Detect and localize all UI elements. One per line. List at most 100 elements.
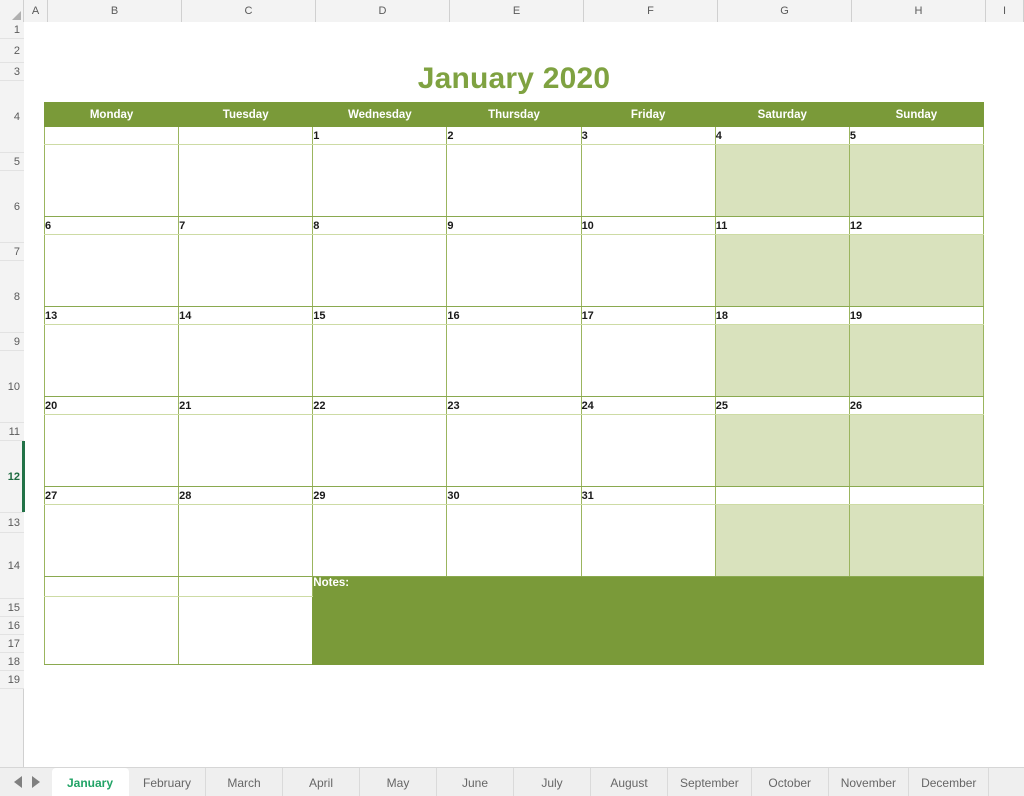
column-header-i[interactable]: I — [986, 0, 1024, 22]
below-notes-cell-right[interactable] — [178, 575, 314, 598]
day-entry-area[interactable] — [848, 144, 985, 217]
day-entry-area[interactable] — [312, 504, 448, 577]
row-header-2[interactable]: 2 — [0, 39, 24, 63]
date-cell-19[interactable]: 19 — [848, 306, 985, 325]
date-cell-11[interactable]: 11 — [714, 216, 850, 235]
day-entry-area[interactable] — [43, 144, 180, 217]
day-entry-area[interactable] — [43, 504, 180, 577]
date-cell-27[interactable]: 27 — [43, 486, 180, 505]
date-cell-empty[interactable] — [848, 486, 985, 505]
row-header-4[interactable]: 4 — [0, 81, 24, 153]
column-header-c[interactable]: C — [182, 0, 316, 22]
day-entry-area[interactable] — [714, 234, 850, 307]
row-header-7[interactable]: 7 — [0, 243, 24, 261]
date-cell-24[interactable]: 24 — [580, 396, 716, 415]
date-cell-2[interactable]: 2 — [446, 126, 582, 145]
day-entry-area[interactable] — [43, 324, 180, 397]
sheet-tab-november[interactable]: November — [828, 768, 910, 796]
day-entry-area[interactable] — [446, 144, 582, 217]
date-cell-6[interactable]: 6 — [43, 216, 180, 235]
day-entry-area[interactable] — [312, 144, 448, 217]
date-cell-30[interactable]: 30 — [446, 486, 582, 505]
day-entry-area[interactable] — [178, 504, 314, 577]
sheet-tab-june[interactable]: June — [437, 768, 514, 796]
row-header-9[interactable]: 9 — [0, 333, 24, 351]
triangle-right-icon[interactable] — [32, 776, 40, 788]
date-cell-23[interactable]: 23 — [446, 396, 582, 415]
day-entry-area[interactable] — [178, 414, 314, 487]
date-cell-18[interactable]: 18 — [714, 306, 850, 325]
row-header-16[interactable]: 16 — [0, 617, 24, 635]
day-entry-area[interactable] — [312, 234, 448, 307]
column-header-f[interactable]: F — [584, 0, 718, 22]
date-cell-4[interactable]: 4 — [714, 126, 850, 145]
triangle-left-icon[interactable] — [14, 776, 22, 788]
date-cell-31[interactable]: 31 — [580, 486, 716, 505]
day-entry-area[interactable] — [580, 144, 716, 217]
day-entry-area[interactable] — [446, 504, 582, 577]
day-entry-area[interactable] — [446, 234, 582, 307]
sheet-tab-may[interactable]: May — [360, 768, 437, 796]
day-entry-area[interactable] — [714, 504, 850, 577]
date-cell-16[interactable]: 16 — [446, 306, 582, 325]
row-header-8[interactable]: 8 — [0, 261, 24, 333]
day-entry-area[interactable] — [446, 324, 582, 397]
date-cell-8[interactable]: 8 — [312, 216, 448, 235]
day-entry-area[interactable] — [580, 414, 716, 487]
date-cell-15[interactable]: 15 — [312, 306, 448, 325]
column-header-a[interactable]: A — [24, 0, 48, 22]
date-cell-empty[interactable] — [178, 126, 314, 145]
sheet-tab-april[interactable]: April — [283, 768, 360, 796]
date-cell-10[interactable]: 10 — [580, 216, 716, 235]
below-notes-body-left[interactable] — [43, 596, 180, 665]
day-entry-area[interactable] — [178, 234, 314, 307]
column-header-d[interactable]: D — [316, 0, 450, 22]
date-cell-22[interactable]: 22 — [312, 396, 448, 415]
row-header-19[interactable]: 19 — [0, 671, 24, 689]
date-cell-21[interactable]: 21 — [178, 396, 314, 415]
day-entry-area[interactable] — [178, 324, 314, 397]
date-cell-empty[interactable] — [43, 126, 180, 145]
date-cell-12[interactable]: 12 — [848, 216, 985, 235]
day-entry-area[interactable] — [43, 234, 180, 307]
row-header-18[interactable]: 18 — [0, 653, 24, 671]
row-header-17[interactable]: 17 — [0, 635, 24, 653]
row-header-6[interactable]: 6 — [0, 171, 24, 243]
day-entry-area[interactable] — [714, 414, 850, 487]
date-cell-9[interactable]: 9 — [446, 216, 582, 235]
row-header-1[interactable]: 1 — [0, 22, 24, 39]
day-entry-area[interactable] — [178, 144, 314, 217]
sheet-tab-january[interactable]: January — [52, 768, 129, 796]
date-cell-28[interactable]: 28 — [178, 486, 314, 505]
sheet-tab-october[interactable]: October — [751, 768, 829, 796]
day-entry-area[interactable] — [312, 324, 448, 397]
date-cell-1[interactable]: 1 — [312, 126, 448, 145]
row-header-11[interactable]: 11 — [0, 423, 24, 441]
row-header-5[interactable]: 5 — [0, 153, 24, 171]
date-cell-14[interactable]: 14 — [178, 306, 314, 325]
row-header-3[interactable]: 3 — [0, 63, 24, 81]
date-cell-empty[interactable] — [714, 486, 850, 505]
day-entry-area[interactable] — [848, 324, 985, 397]
row-header-10[interactable]: 10 — [0, 351, 24, 423]
column-header-b[interactable]: B — [48, 0, 182, 22]
day-entry-area[interactable] — [580, 234, 716, 307]
date-cell-26[interactable]: 26 — [848, 396, 985, 415]
date-cell-3[interactable]: 3 — [580, 126, 716, 145]
date-cell-17[interactable]: 17 — [580, 306, 716, 325]
sheet-tab-september[interactable]: September — [668, 768, 752, 796]
date-cell-29[interactable]: 29 — [312, 486, 448, 505]
date-cell-7[interactable]: 7 — [178, 216, 314, 235]
day-entry-area[interactable] — [848, 414, 985, 487]
day-entry-area[interactable] — [580, 504, 716, 577]
date-cell-25[interactable]: 25 — [714, 396, 850, 415]
row-header-15[interactable]: 15 — [0, 599, 24, 617]
sheet-tab-december[interactable]: December — [909, 768, 990, 796]
column-header-e[interactable]: E — [450, 0, 584, 22]
day-entry-area[interactable] — [446, 414, 582, 487]
date-cell-20[interactable]: 20 — [43, 396, 180, 415]
day-entry-area[interactable] — [714, 324, 850, 397]
day-entry-area[interactable] — [848, 504, 985, 577]
day-entry-area[interactable] — [580, 324, 716, 397]
day-entry-area[interactable] — [312, 414, 448, 487]
